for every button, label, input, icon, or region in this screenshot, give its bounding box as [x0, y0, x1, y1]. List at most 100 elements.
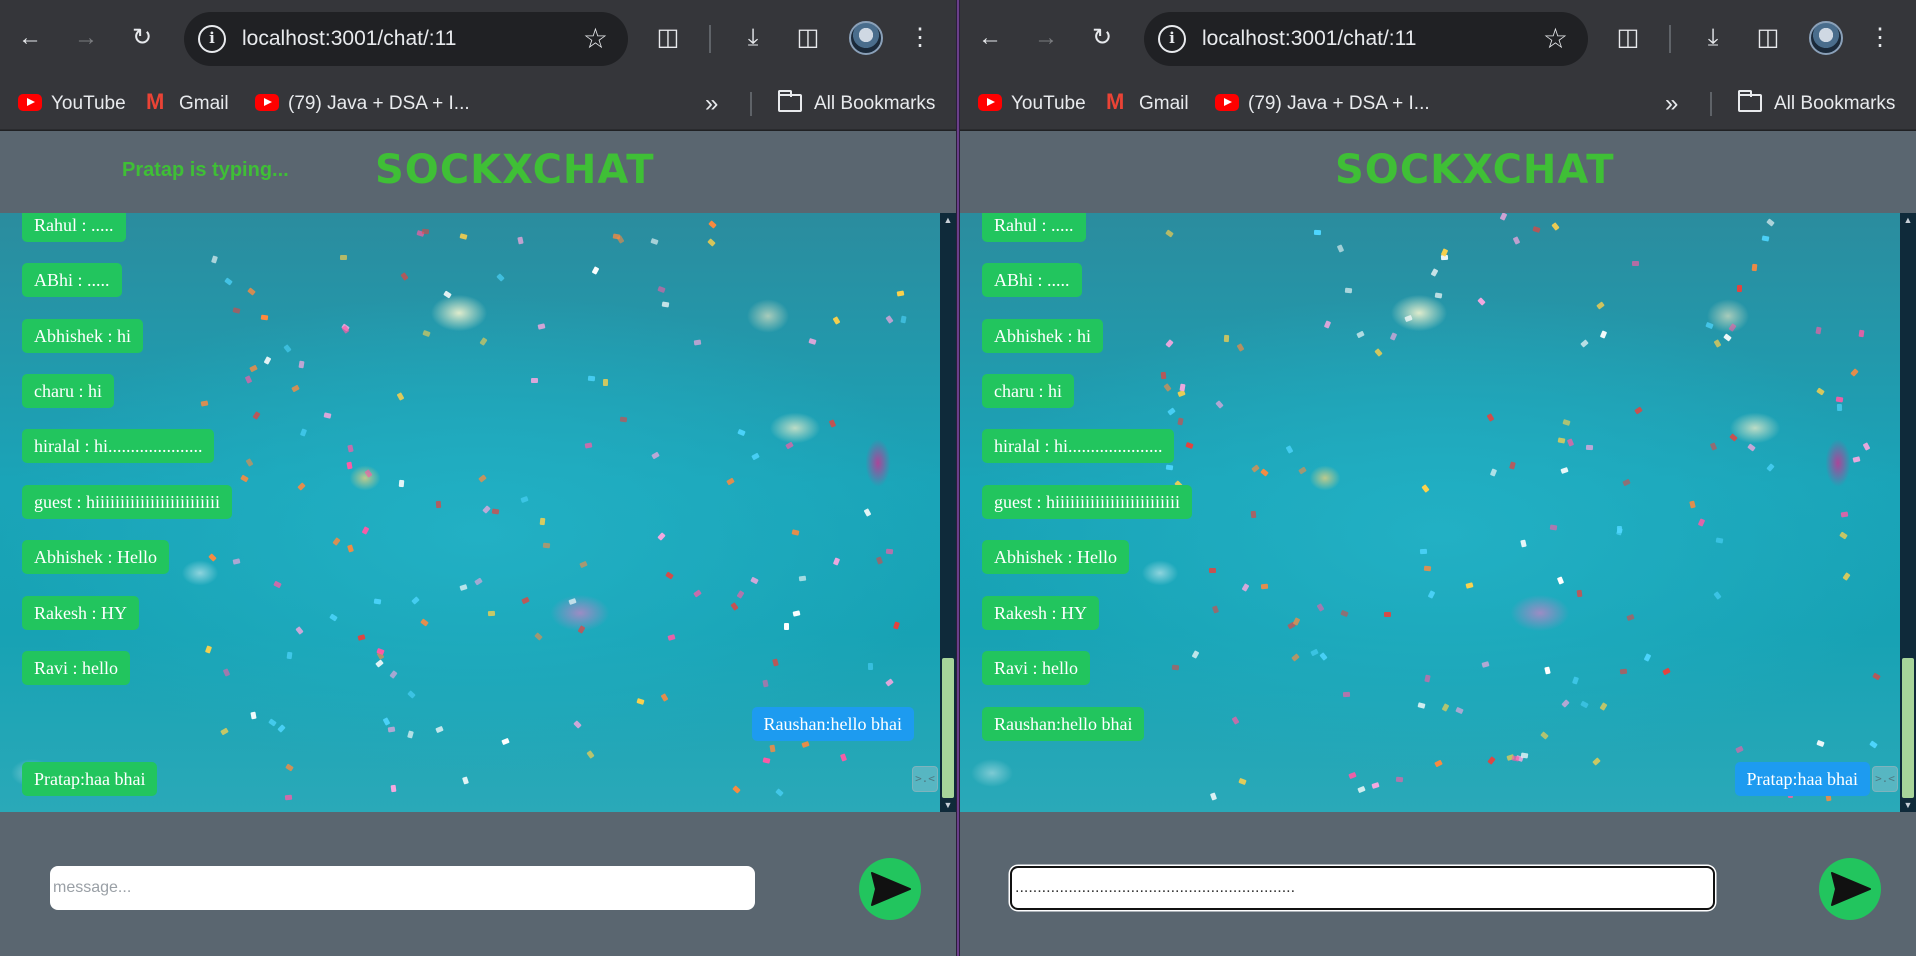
- confetti-decoration: [1357, 785, 1366, 794]
- confetti-decoration: [808, 338, 817, 345]
- address-bar[interactable]: i localhost:3001/chat/:11 ☆: [184, 12, 628, 66]
- side-panel-icon[interactable]: ◫: [790, 20, 826, 56]
- confetti-decoration: [1165, 229, 1174, 238]
- confetti-decoration: [1417, 702, 1426, 709]
- confetti-decoration: [1487, 756, 1496, 765]
- chat-message: Rahul : .....: [22, 213, 126, 242]
- confetti-decoration: [1260, 468, 1269, 477]
- chat-message-own: Raushan:hello bhai: [751, 707, 914, 741]
- emoji-icon[interactable]: >.<: [912, 766, 938, 792]
- profile-avatar[interactable]: [849, 21, 883, 55]
- more-bookmarks-chevron-icon[interactable]: »: [705, 78, 718, 130]
- bookmarks-bar: YouTube Gmail (79) Java + DSA + I... » A…: [960, 76, 1916, 130]
- confetti-decoration: [1323, 320, 1332, 329]
- confetti-decoration: [539, 517, 546, 526]
- forward-arrow-icon[interactable]: →: [1028, 20, 1064, 56]
- chat-messages-area[interactable]: Rahul : ..... ABhi : ..... Abhishek : hi…: [960, 213, 1900, 812]
- confetti-decoration: [268, 718, 277, 727]
- site-info-icon[interactable]: i: [1158, 25, 1186, 53]
- extensions-icon[interactable]: ◫: [1610, 20, 1646, 56]
- send-button[interactable]: [1819, 858, 1881, 920]
- back-arrow-icon[interactable]: ←: [972, 20, 1008, 56]
- confetti-decoration: [1766, 218, 1775, 227]
- confetti-decoration: [273, 580, 282, 589]
- confetti-decoration: [422, 329, 431, 338]
- confetti-decoration: [443, 290, 452, 299]
- chat-scrollbar[interactable]: ▲ ▼: [1900, 213, 1916, 812]
- reload-icon[interactable]: ↻: [124, 20, 160, 56]
- confetti-decoration: [1557, 437, 1566, 444]
- address-bar[interactable]: i localhost:3001/chat/:11 ☆: [1144, 12, 1588, 66]
- confetti-decoration: [396, 392, 405, 401]
- confetti-decoration: [407, 730, 414, 739]
- side-panel-icon[interactable]: ◫: [1750, 20, 1786, 56]
- bookmarks-bar: YouTube Gmail (79) Java + DSA + I... » A…: [0, 76, 956, 130]
- bookmark-gmail[interactable]: Gmail: [1106, 76, 1189, 130]
- confetti-decoration: [1384, 612, 1391, 617]
- scroll-up-arrow-icon[interactable]: ▲: [1900, 213, 1916, 227]
- all-bookmarks-button[interactable]: All Bookmarks: [778, 78, 935, 130]
- bookmark-star-icon[interactable]: ☆: [1543, 22, 1568, 56]
- message-composer: [0, 812, 956, 956]
- confetti-decoration: [299, 428, 308, 437]
- send-button[interactable]: [859, 858, 921, 920]
- bookmark-youtube[interactable]: YouTube: [18, 78, 126, 130]
- confetti-decoration: [587, 375, 596, 382]
- address-url[interactable]: localhost:3001/chat/:11: [1202, 12, 1416, 66]
- more-bookmarks-chevron-icon[interactable]: »: [1665, 78, 1678, 130]
- scroll-up-arrow-icon[interactable]: ▲: [940, 213, 956, 227]
- bookmark-youtube[interactable]: YouTube: [978, 78, 1086, 130]
- confetti-decoration: [389, 670, 398, 679]
- scroll-down-arrow-icon[interactable]: ▼: [940, 798, 956, 812]
- confetti-decoration: [1316, 603, 1325, 612]
- message-input[interactable]: [50, 866, 755, 910]
- confetti-decoration: [245, 458, 254, 467]
- reload-icon[interactable]: ↻: [1084, 20, 1120, 56]
- emoji-icon[interactable]: >.<: [1872, 766, 1898, 792]
- chat-scrollbar[interactable]: ▲ ▼: [940, 213, 956, 812]
- confetti-decoration: [534, 632, 543, 641]
- all-bookmarks-button[interactable]: All Bookmarks: [1738, 78, 1895, 130]
- bookmark-gmail[interactable]: Gmail: [146, 76, 229, 130]
- confetti-decoration: [1223, 334, 1230, 343]
- confetti-decoration: [832, 557, 841, 566]
- confetti-decoration: [459, 584, 468, 591]
- scrollbar-thumb[interactable]: [942, 658, 954, 798]
- confetti-decoration: [1632, 261, 1639, 266]
- bookmark-star-icon[interactable]: ☆: [583, 22, 608, 56]
- back-arrow-icon[interactable]: ←: [12, 20, 48, 56]
- message-composer: [960, 812, 1916, 956]
- confetti-decoration: [1336, 244, 1345, 253]
- folder-icon: [778, 90, 802, 112]
- scrollbar-thumb[interactable]: [1902, 658, 1914, 798]
- youtube-icon: [18, 94, 42, 111]
- confetti-decoration: [1340, 609, 1349, 618]
- browser-toolbar: ← → ↻ i localhost:3001/chat/:11 ☆ ◫ ⤓ ◫ …: [960, 0, 1916, 78]
- confetti-decoration: [1427, 590, 1436, 599]
- confetti-decoration: [568, 597, 577, 606]
- confetti-decoration: [247, 287, 256, 296]
- confetti-decoration: [1616, 527, 1623, 536]
- extensions-icon[interactable]: ◫: [650, 20, 686, 56]
- chat-messages-area[interactable]: Rahul : ..... ABhi : ..... Abhishek : hi…: [0, 213, 940, 812]
- bookmark-java-dsa[interactable]: (79) Java + DSA + I...: [255, 78, 470, 130]
- menu-kebab-icon[interactable]: ⋮: [902, 20, 938, 56]
- message-input[interactable]: [1010, 866, 1715, 910]
- confetti-decoration: [707, 238, 716, 247]
- site-info-icon[interactable]: i: [198, 25, 226, 53]
- confetti-decoration: [798, 575, 807, 582]
- confetti-decoration: [1285, 445, 1294, 454]
- confetti-decoration: [667, 634, 676, 641]
- download-icon[interactable]: ⤓: [1695, 20, 1731, 56]
- send-arrow-icon: [871, 872, 911, 906]
- profile-avatar[interactable]: [1809, 21, 1843, 55]
- menu-kebab-icon[interactable]: ⋮: [1862, 20, 1898, 56]
- send-arrow-icon: [1831, 872, 1871, 906]
- forward-arrow-icon[interactable]: →: [68, 20, 104, 56]
- scroll-down-arrow-icon[interactable]: ▼: [1900, 798, 1916, 812]
- bookmark-java-dsa[interactable]: (79) Java + DSA + I...: [1215, 78, 1430, 130]
- confetti-decoration: [828, 419, 837, 428]
- confetti-decoration: [1835, 396, 1844, 403]
- address-url[interactable]: localhost:3001/chat/:11: [242, 12, 456, 66]
- download-icon[interactable]: ⤓: [735, 20, 771, 56]
